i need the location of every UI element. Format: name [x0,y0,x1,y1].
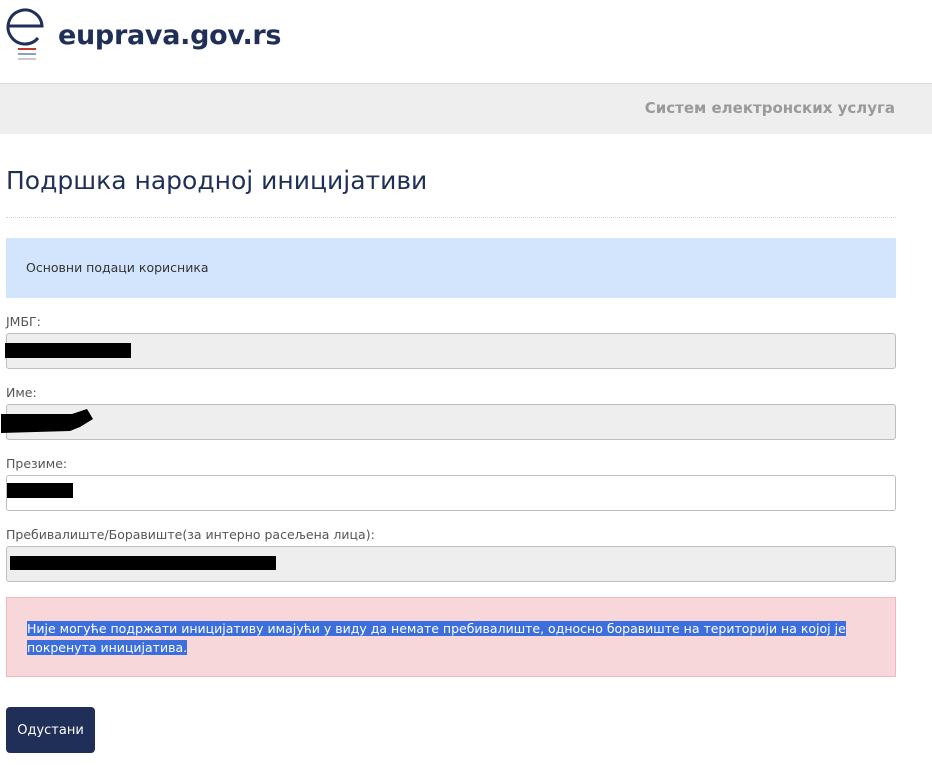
section-title: Основни подаци корисника [26,260,209,275]
page-title: Подршка народној иницијативи [6,166,428,195]
ime-label: Име: [6,385,37,400]
service-band: Систем електронских услуга [0,83,932,134]
error-alert: Није могуће подржати иницијативу имајући… [6,597,896,677]
redaction-mark [10,556,276,570]
service-band-title: Систем електронских услуга [644,99,895,117]
prezime-field[interactable] [6,475,896,511]
redaction-mark [7,483,73,498]
site-logo-text[interactable]: euprava.gov.rs [58,20,282,51]
redaction-mark [1,409,93,433]
redaction-mark [5,343,131,358]
title-divider [6,217,896,218]
alert-message: Није могуће подржати иницијативу имајући… [27,619,877,657]
ime-field[interactable] [6,404,896,440]
prezime-label: Презиме: [6,456,68,471]
cancel-button[interactable]: Одустани [6,707,95,753]
site-header: euprava.gov.rs [0,0,932,83]
prebivaliste-label: Пребивалиште/Боравиште(за интерно расеље… [6,527,375,542]
euprava-logo-icon[interactable] [5,5,47,63]
section-header: Основни подаци корисника [6,238,896,298]
jmbg-field[interactable] [6,333,896,369]
alert-message-text: Није могуће подржати иницијативу имајући… [27,621,846,655]
jmbg-label: ЈМБГ: [6,314,41,329]
